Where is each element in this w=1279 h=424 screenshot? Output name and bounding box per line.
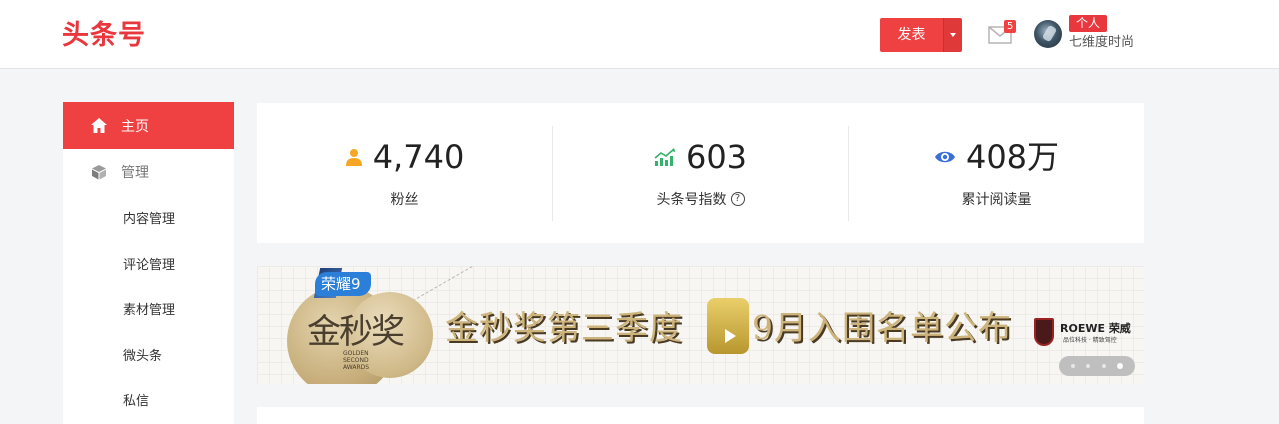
- carousel-dot-active[interactable]: [1117, 363, 1124, 369]
- eye-icon: [934, 151, 955, 163]
- carousel-indicators: [1059, 356, 1135, 376]
- sidebar-item-home[interactable]: 主页: [63, 102, 234, 149]
- stat-value: 408万: [965, 138, 1060, 176]
- home-icon: [91, 118, 107, 133]
- logo[interactable]: 头条号: [62, 18, 146, 54]
- promo-banner[interactable]: 金秒奖 GOLDEN SECOND AWARDS 荣耀9 金秒奖第三季度 9月入…: [257, 266, 1144, 384]
- roewe-logo-icon: [1034, 318, 1054, 346]
- user-name[interactable]: 七维度时尚: [1069, 35, 1134, 51]
- publish-button[interactable]: 发表: [880, 18, 943, 52]
- top-navbar: 头条号 发表 5 个人 七维度时尚: [0, 0, 1279, 69]
- carousel-dot[interactable]: [1086, 364, 1091, 368]
- carousel-dot[interactable]: [1070, 364, 1075, 368]
- medal-text: 金秒奖: [307, 312, 405, 352]
- banner-title-secondary: 9月入围名单公布: [752, 308, 1012, 347]
- sponsor-slogan: 品位科技 · 精致驾控: [1063, 337, 1117, 344]
- play-icon: [725, 329, 736, 343]
- honor-tag: 荣耀9: [315, 272, 371, 296]
- stat-label: 累计阅读量: [961, 192, 1032, 208]
- sidebar-item-private-message[interactable]: 私信: [63, 377, 234, 423]
- stat-value: 603: [685, 138, 748, 176]
- help-icon[interactable]: ?: [730, 192, 745, 206]
- banner-title: 金秒奖第三季度: [445, 308, 683, 347]
- sidebar-item-label: 管理: [121, 165, 149, 181]
- cube-icon: [92, 165, 106, 180]
- sidebar-item-manage[interactable]: 管理: [63, 149, 234, 195]
- sidebar-item-micro-headline[interactable]: 微头条: [63, 332, 234, 378]
- publish-dropdown-button[interactable]: [943, 18, 962, 52]
- medal-subtext: GOLDEN SECOND AWARDS: [343, 350, 370, 371]
- stat-reads: 408万 累计阅读量: [848, 125, 1144, 221]
- stat-value: 4,740: [372, 138, 465, 176]
- content-card: [257, 407, 1144, 424]
- carousel-dot[interactable]: [1101, 364, 1106, 368]
- avatar[interactable]: [1034, 20, 1062, 48]
- stat-index: 603 头条号指数 ?: [552, 125, 848, 221]
- stat-followers: 4,740 粉丝: [257, 126, 552, 221]
- publish-button-group: 发表: [880, 18, 962, 52]
- sponsor-name: ROEWE 荣威: [1060, 322, 1131, 335]
- account-type-badge: 个人: [1069, 15, 1108, 32]
- trend-chart-icon: [654, 148, 676, 166]
- stat-label: 头条号指数: [656, 192, 727, 208]
- mail-count-badge: 5: [1004, 20, 1017, 33]
- sidebar: 主页 管理 内容管理 评论管理 素材管理 微头条 私信: [63, 102, 234, 424]
- award-badge-icon: [707, 298, 749, 354]
- sidebar-item-content-management[interactable]: 内容管理: [63, 195, 234, 241]
- user-icon: [345, 149, 362, 166]
- sidebar-item-comment-management[interactable]: 评论管理: [63, 241, 234, 287]
- caret-down-icon: [950, 33, 956, 37]
- sidebar-item-label: 主页: [121, 118, 149, 135]
- stats-card: 4,740 粉丝 603 头条号指数 ? 408万 累计阅读量: [257, 103, 1144, 243]
- stat-label: 粉丝: [390, 192, 419, 208]
- sidebar-item-material-management[interactable]: 素材管理: [63, 286, 234, 332]
